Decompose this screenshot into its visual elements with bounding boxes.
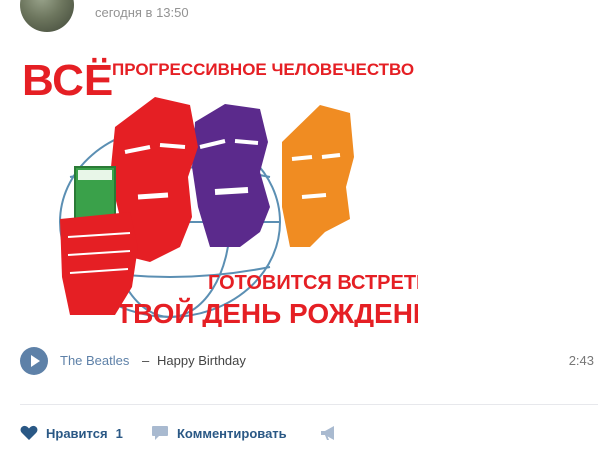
purple-face	[192, 104, 270, 247]
poster-headline-small: ПРОГРЕССИВНОЕ ЧЕЛОВЕЧЕСТВО	[112, 60, 414, 79]
audio-duration: 2:43	[568, 353, 594, 368]
poster-headline-big: ВСЁ	[22, 56, 113, 105]
like-count: 1	[115, 425, 123, 441]
avatar[interactable]	[20, 0, 74, 32]
play-button[interactable]	[20, 347, 48, 375]
poster-line3: ТВОЙ ДЕНЬ РОЖДЕНИЯ!	[116, 297, 418, 327]
like-button[interactable]: Нравится 1	[20, 422, 123, 444]
audio-title[interactable]: Happy Birthday	[157, 353, 246, 368]
heart-icon	[20, 425, 38, 440]
audio-track[interactable]: The Beatles – Happy Birthday 2:43	[20, 345, 598, 377]
like-label: Нравится	[46, 425, 108, 441]
audio-separator: –	[142, 353, 150, 368]
orange-face	[282, 105, 354, 247]
post-actions: Нравится 1 Комментировать	[20, 422, 600, 444]
comment-label: Комментировать	[177, 425, 287, 441]
share-button[interactable]	[320, 422, 338, 444]
play-icon	[31, 355, 40, 367]
comment-button[interactable]: Комментировать	[151, 422, 287, 444]
divider	[20, 404, 598, 405]
comment-icon	[152, 426, 168, 440]
post-timestamp[interactable]: сегодня в 13:50	[95, 5, 189, 20]
post-image[interactable]: ВСЁ ПРОГРЕССИВНОЕ ЧЕЛОВЕЧЕСТВО ГОТОВИТСЯ…	[20, 47, 418, 327]
audio-artist[interactable]: The Beatles	[60, 353, 129, 368]
megaphone-icon	[321, 426, 334, 440]
poster-graphic: ВСЁ ПРОГРЕССИВНОЕ ЧЕЛОВЕЧЕСТВО ГОТОВИТСЯ…	[22, 56, 418, 327]
poster-line2: ГОТОВИТСЯ ВСТРЕТИТЬ	[208, 272, 418, 294]
